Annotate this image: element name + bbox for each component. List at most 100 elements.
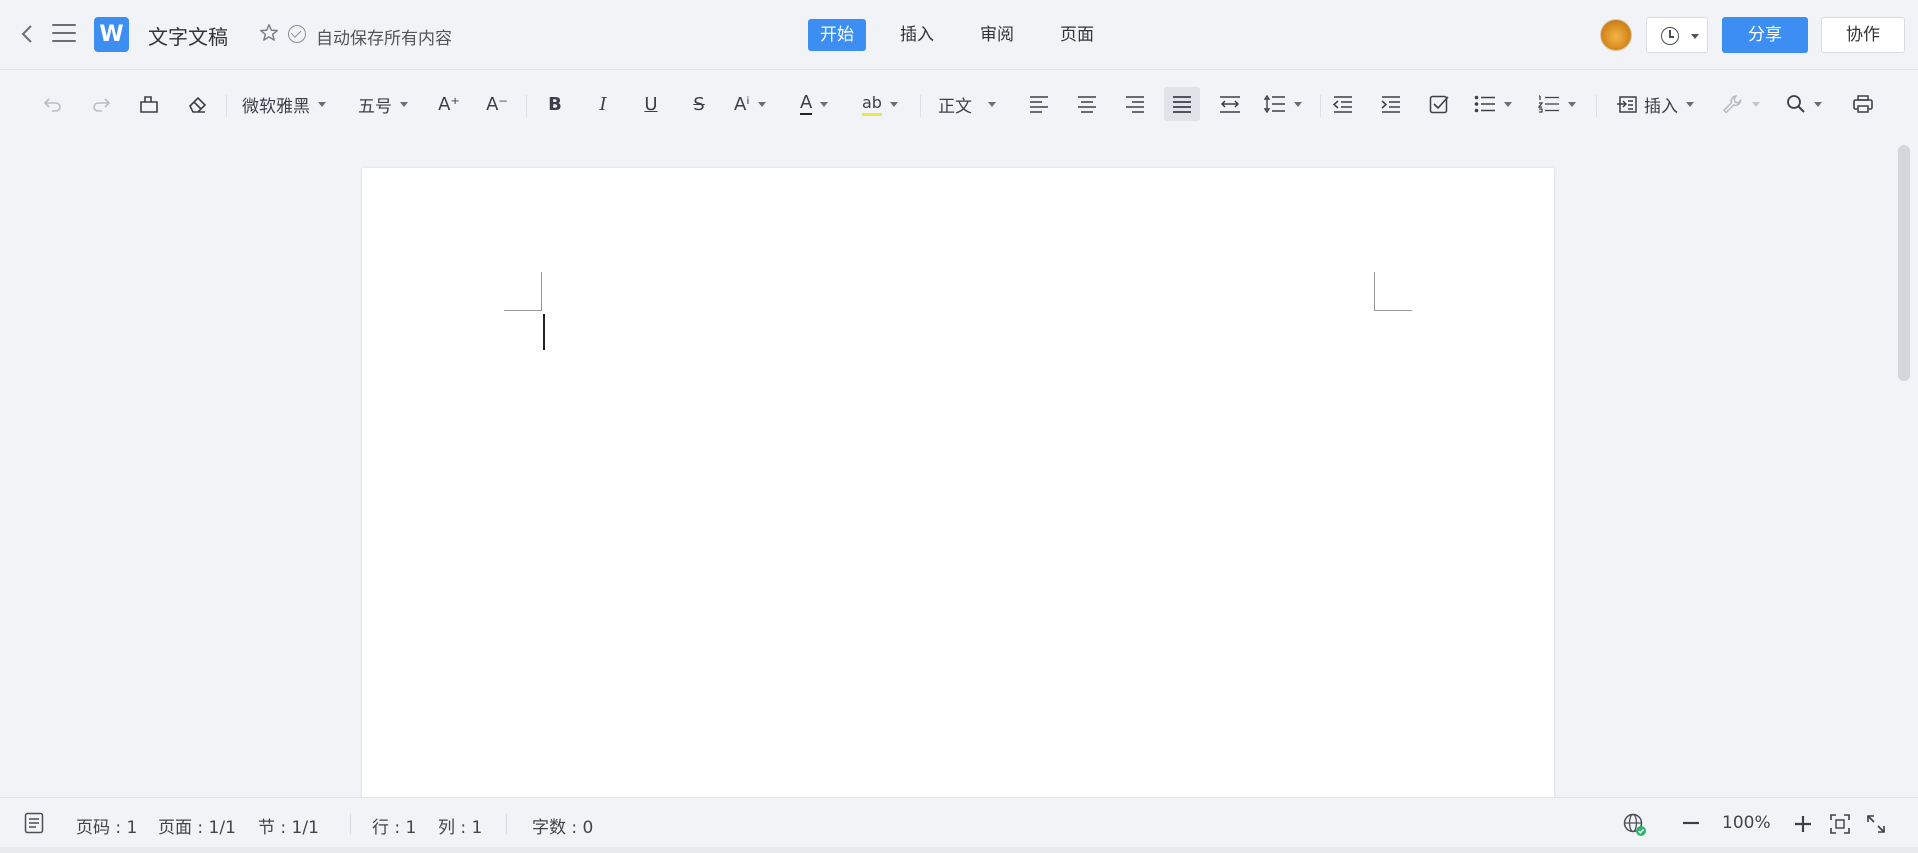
chevron-down-icon (1752, 101, 1760, 107)
text-cursor (543, 314, 545, 350)
font-color-icon: A (800, 92, 813, 115)
collaborate-button[interactable]: 协作 (1821, 17, 1905, 53)
zoom-out-icon[interactable] (1680, 814, 1702, 832)
line-spacing-button[interactable] (1264, 87, 1314, 121)
tab-review[interactable]: 审阅 (968, 19, 1026, 51)
document-page[interactable] (362, 168, 1554, 797)
chevron-down-icon (889, 101, 898, 107)
document-outline-icon[interactable] (24, 812, 44, 834)
toolbar-divider (526, 95, 527, 117)
ribbon-tabs: 开始 插入 审阅 页面 (808, 19, 1128, 51)
check-circle-icon (288, 25, 306, 43)
bottom-strip (0, 847, 1918, 853)
underline-icon: U (644, 93, 658, 115)
style-select[interactable]: 正文 (938, 87, 1008, 121)
font-family-select[interactable]: 微软雅黑 (242, 87, 342, 121)
undo-icon (43, 98, 61, 112)
decrease-indent-button[interactable] (1328, 87, 1358, 121)
underline-button[interactable]: U (636, 87, 666, 121)
align-right-button[interactable] (1120, 87, 1150, 121)
tab-insert[interactable]: 插入 (888, 19, 946, 51)
redo-button[interactable] (86, 87, 116, 121)
italic-icon: I (599, 93, 607, 115)
wrench-icon (1722, 95, 1742, 114)
redo-icon (93, 98, 111, 112)
undo-button[interactable] (38, 87, 68, 121)
clear-format-button[interactable] (182, 87, 212, 121)
increase-indent-button[interactable] (1376, 87, 1406, 121)
font-color-button[interactable]: A (800, 87, 846, 121)
highlight-button[interactable]: ab (862, 87, 908, 121)
margin-mark (541, 272, 542, 310)
chevron-down-icon (988, 101, 996, 107)
find-dropdown[interactable] (1786, 87, 1832, 121)
menu-icon[interactable] (52, 24, 76, 44)
insert-dropdown[interactable]: 插入 (1616, 87, 1704, 121)
checklist-button[interactable] (1424, 87, 1454, 121)
distribute-icon (1220, 96, 1240, 113)
fit-page-icon[interactable] (1830, 814, 1850, 834)
printer-icon (1853, 95, 1873, 113)
checkbox-icon (1429, 95, 1449, 114)
app-logo: W (94, 17, 129, 52)
strikethrough-icon: S (693, 93, 705, 115)
shrink-font-button[interactable]: A⁻ (482, 87, 512, 121)
history-dropdown[interactable] (1646, 17, 1708, 53)
page-number: 页码 : 1 (76, 818, 138, 838)
autosave-status: 自动保存所有内容 (316, 29, 452, 49)
chevron-down-icon (1814, 101, 1822, 107)
grow-font-button[interactable]: A⁺ (434, 87, 464, 121)
format-painter-button[interactable] (134, 87, 164, 121)
globe-check-icon[interactable] (1622, 812, 1648, 838)
column-position: 列 : 1 (438, 818, 483, 838)
zoom-in-icon[interactable] (1792, 814, 1814, 834)
align-center-button[interactable] (1072, 87, 1102, 121)
format-painter-icon (140, 96, 158, 113)
share-button[interactable]: 分享 (1722, 17, 1808, 53)
font-size-select[interactable]: 五号 (358, 87, 418, 121)
chevron-down-icon (1686, 101, 1694, 107)
document-canvas (0, 137, 1918, 797)
vertical-scrollbar[interactable] (1898, 145, 1910, 381)
distributed-align-button[interactable] (1214, 87, 1246, 121)
italic-button[interactable]: I (588, 87, 618, 121)
justify-button[interactable] (1164, 87, 1200, 121)
avatar[interactable] (1600, 19, 1632, 51)
title-bar: W 文字文稿 自动保存所有内容 开始 插入 审阅 页面 分享 协作 (0, 0, 1918, 70)
numbered-list-button[interactable] (1538, 87, 1586, 121)
text-effects-button[interactable]: Aⁱ (734, 87, 782, 121)
strikethrough-button[interactable]: S (684, 87, 714, 121)
align-left-button[interactable] (1024, 87, 1054, 121)
tab-start[interactable]: 开始 (808, 19, 866, 51)
bold-button[interactable]: B (540, 87, 570, 121)
shrink-font-icon: A⁻ (486, 93, 508, 115)
status-divider (350, 814, 351, 834)
numbered-list-icon (1538, 95, 1559, 113)
section-count: 节 : 1/1 (258, 818, 319, 838)
chevron-down-icon (757, 101, 766, 107)
bulleted-list-button[interactable] (1474, 87, 1522, 121)
toolbar-divider (920, 95, 921, 117)
star-icon[interactable] (258, 22, 280, 44)
text-effects-icon: Aⁱ (734, 93, 750, 115)
line-position: 行 : 1 (372, 818, 417, 838)
tab-page[interactable]: 页面 (1048, 19, 1106, 51)
print-button[interactable] (1848, 87, 1878, 121)
font-size-value: 五号 (358, 96, 392, 117)
bullet-list-icon (1474, 95, 1495, 113)
fullscreen-icon[interactable] (1866, 814, 1886, 834)
back-arrow-icon[interactable] (18, 22, 38, 46)
highlight-icon: ab (862, 93, 882, 116)
align-center-icon (1078, 96, 1096, 113)
status-divider (506, 814, 507, 834)
toolbar-divider (1320, 95, 1321, 117)
status-bar: 页码 : 1 页面 : 1/1 节 : 1/1 行 : 1 列 : 1 字数 :… (0, 797, 1918, 847)
search-icon (1787, 95, 1805, 113)
eraser-icon (189, 96, 207, 113)
word-count: 字数 : 0 (532, 818, 594, 838)
insert-label: 插入 (1644, 96, 1678, 117)
document-title[interactable]: 文字文稿 (148, 21, 228, 50)
chevron-down-icon (820, 101, 829, 107)
zoom-level[interactable]: 100% (1722, 813, 1771, 833)
tools-dropdown[interactable] (1722, 87, 1770, 121)
